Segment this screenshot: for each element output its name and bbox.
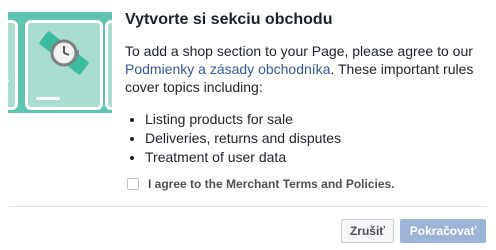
illustration-card-center [25, 20, 103, 110]
agree-row[interactable]: I agree to the Merchant Terms and Polici… [127, 177, 395, 191]
dialog-content: Vytvorte si sekciu obchodu To add a shop… [125, 10, 487, 167]
agree-label[interactable]: I agree to the Merchant Terms and Polici… [148, 177, 395, 191]
merchant-terms-link[interactable]: Podmienky a zásady obchodníka [125, 61, 330, 77]
illustration-card-right [105, 20, 112, 110]
rules-list: Listing products for sale Deliveries, re… [125, 110, 487, 167]
cancel-button[interactable]: Zrušiť [341, 219, 394, 243]
list-item: Treatment of user data [145, 148, 487, 167]
dialog-intro: To add a shop section to your Page, plea… [125, 42, 487, 96]
dialog-footer: Zrušiť Pokračovať [341, 219, 486, 243]
agree-checkbox[interactable] [127, 178, 139, 190]
dialog-title: Vytvorte si sekciu obchodu [125, 11, 333, 28]
illustration-card-left [8, 20, 18, 110]
intro-text: To add a shop section to your Page, plea… [125, 43, 473, 59]
continue-button[interactable]: Pokračovať [400, 219, 486, 243]
list-item: Deliveries, returns and disputes [145, 129, 487, 148]
footer-divider [9, 206, 487, 207]
shop-illustration [8, 12, 112, 113]
watch-icon [39, 31, 89, 75]
list-item: Listing products for sale [145, 110, 487, 129]
